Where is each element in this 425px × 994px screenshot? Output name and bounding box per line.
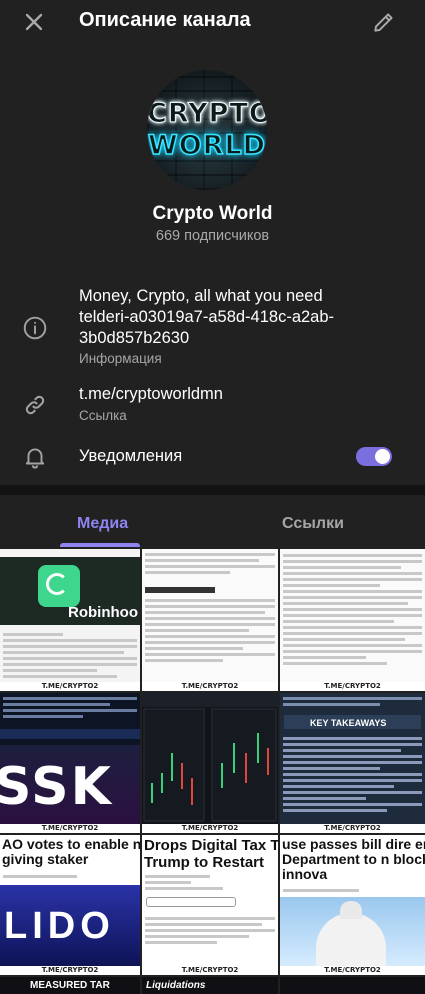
media-thumbnail[interactable]: T.ME/CRYPTO2 xyxy=(142,693,278,833)
section-divider xyxy=(0,485,425,495)
media-thumbnail[interactable]: Liquidations xyxy=(142,977,278,994)
active-tab-indicator xyxy=(60,543,140,547)
tab-media[interactable]: Медиа xyxy=(77,515,128,533)
media-thumbnail[interactable]: use passes bill dire erce Department to … xyxy=(280,835,425,975)
toggle-knob xyxy=(375,449,390,464)
media-thumbnail[interactable]: Drops Digital Tax T ted Trump to Restart… xyxy=(142,835,278,975)
thumbnail-caption: T.ME/CRYPTO2 xyxy=(142,682,278,691)
channel-avatar[interactable]: CRYPTO WORLD xyxy=(147,70,267,190)
bell-icon xyxy=(25,448,45,469)
subscriber-count: 669 подписчиков xyxy=(155,228,270,244)
avatar-text-line2: WORLD xyxy=(147,129,267,162)
channel-description: Money, Crypto, all what you need telderi… xyxy=(79,287,335,347)
avatar-text-line1: CRYPTO xyxy=(147,98,267,130)
thumbnail-caption: T.ME/CRYPTO2 xyxy=(280,824,425,833)
thumbnail-headline: Liquidations xyxy=(146,980,206,991)
pencil-icon[interactable] xyxy=(371,9,397,35)
close-icon[interactable] xyxy=(20,8,48,36)
thumbnail-caption: T.ME/CRYPTO2 xyxy=(0,824,140,833)
header-bar: Описание канала xyxy=(0,0,425,44)
thumbnail-headline: SSK xyxy=(0,761,113,813)
thumbnail-caption: T.ME/CRYPTO2 xyxy=(0,966,140,975)
thumbnail-headline: Drops Digital Tax T ted Trump to Restart xyxy=(144,837,278,871)
thumbnail-caption: T.ME/CRYPTO2 xyxy=(280,966,425,975)
price-chart-graphic xyxy=(142,693,278,822)
media-thumbnail[interactable] xyxy=(280,977,425,994)
thumbnail-headline: MEASURED TAR xyxy=(30,980,110,991)
thumbnail-caption: T.ME/CRYPTO2 xyxy=(280,682,425,691)
media-grid: Robinhood T.ME/CRYPTO2 T.ME/CRYPTO2 T.ME… xyxy=(0,549,425,994)
media-thumbnail[interactable]: T.ME/CRYPTO2 xyxy=(142,549,278,691)
thumbnail-caption: T.ME/CRYPTO2 xyxy=(142,824,278,833)
thumbnail-headline: use passes bill dire erce Department to … xyxy=(282,837,425,882)
media-tabs: Медиа Ссылки xyxy=(0,495,425,548)
media-thumbnail[interactable]: KEY TAKEAWAYS T.ME/CRYPTO2 xyxy=(280,693,425,833)
info-icon xyxy=(23,316,47,340)
description-label: Информация xyxy=(79,351,162,366)
media-thumbnail[interactable]: Robinhood T.ME/CRYPTO2 xyxy=(0,549,140,691)
page-title: Описание канала xyxy=(79,9,251,31)
channel-link[interactable]: t.me/cryptoworldmn xyxy=(79,385,223,404)
tab-links[interactable]: Ссылки xyxy=(282,515,344,533)
notifications-label: Уведомления xyxy=(79,447,183,465)
media-thumbnail[interactable]: T.ME/CRYPTO2 xyxy=(280,549,425,691)
notifications-toggle[interactable] xyxy=(356,447,392,466)
thumbnail-headline: KEY TAKEAWAYS xyxy=(310,719,387,728)
link-label: Ссылка xyxy=(79,408,127,423)
thumbnail-caption: T.ME/CRYPTO2 xyxy=(142,966,278,975)
thumbnail-caption: T.ME/CRYPTO2 xyxy=(0,682,140,691)
media-thumbnail[interactable]: MEASURED TAR xyxy=(0,977,140,994)
channel-name: Crypto World xyxy=(152,203,273,224)
thumbnail-headline: AO votes to enable nance, giving staker xyxy=(2,837,140,867)
media-thumbnail[interactable]: SSK T.ME/CRYPTO2 xyxy=(0,693,140,833)
thumbnail-headline: Robinhood xyxy=(68,605,138,620)
media-thumbnail[interactable]: AO votes to enable nance, giving staker … xyxy=(0,835,140,975)
link-icon xyxy=(25,395,45,415)
